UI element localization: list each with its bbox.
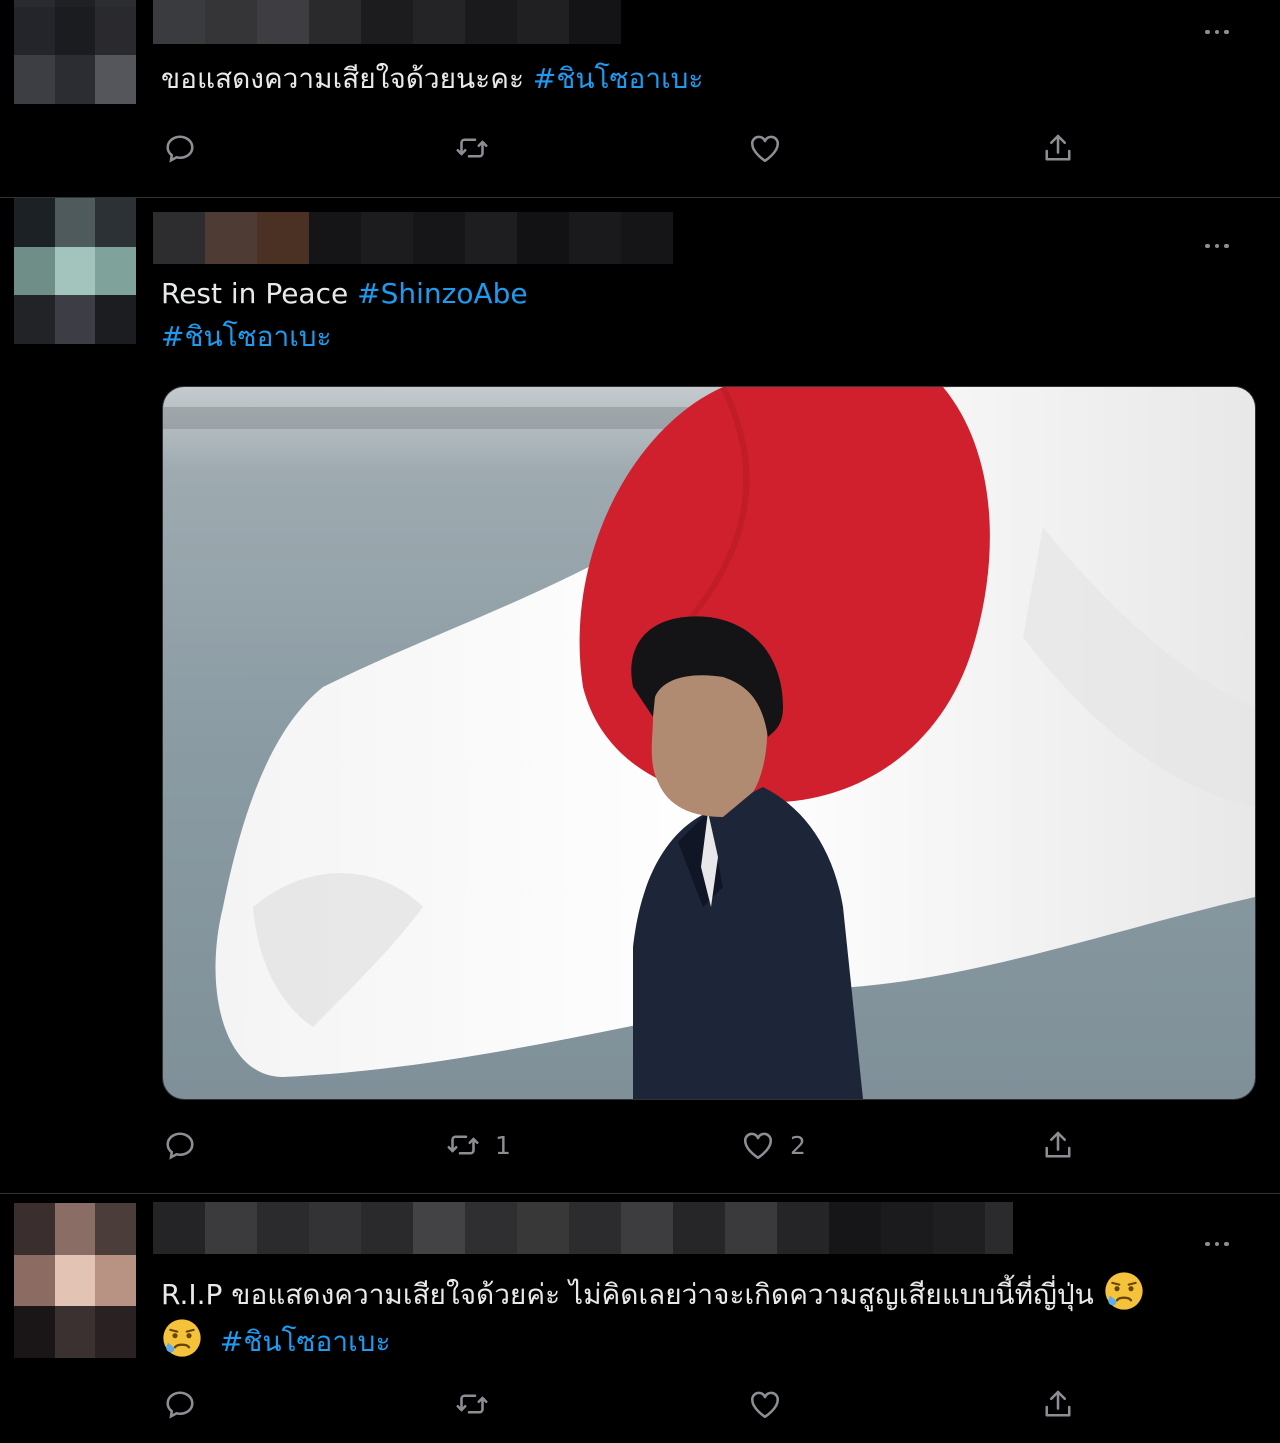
retweet-button[interactable] [454, 1384, 504, 1424]
more-icon[interactable] [1200, 22, 1234, 42]
like-button[interactable]: 2 [740, 1125, 806, 1165]
retweet-icon [447, 1135, 479, 1155]
share-button[interactable] [1040, 1384, 1076, 1424]
tweet-photo[interactable] [162, 386, 1256, 1100]
hashtag-link[interactable]: #ชินโซอาเบะ [220, 1325, 391, 1358]
reply-icon [166, 1132, 194, 1160]
hashtag-link[interactable]: #ShinzoAbe [357, 277, 528, 310]
like-icon [750, 135, 780, 163]
like-button[interactable] [747, 1384, 797, 1424]
tweet-text: ขอแสดงความเสียใจด้วยนะคะ #ชินโซอาเบะ [161, 62, 704, 95]
retweet-count: 1 [495, 1130, 511, 1160]
reply-button[interactable] [162, 1384, 212, 1424]
reply-icon [166, 1391, 194, 1419]
retweet-button[interactable]: 1 [445, 1125, 511, 1165]
retweet-icon [456, 138, 488, 158]
more-icon[interactable] [1200, 1234, 1234, 1254]
share-button[interactable] [1040, 128, 1076, 168]
retweet-icon [456, 1394, 488, 1414]
avatar[interactable] [14, 198, 136, 344]
tweet-3: R.I.P ขอแสดงความเสียใจด้วยค่ะ ไม่คิดเลยว… [0, 1194, 1280, 1443]
hashtag-link[interactable]: #ชินโซอาเบะ [533, 62, 704, 95]
photo-japan-flag-man [163, 387, 1255, 1099]
more-icon[interactable] [1200, 236, 1234, 256]
tweet-2: Rest in Peace #ShinzoAbe #ชินโซอาเบะ 1 2 [0, 198, 1280, 1193]
reply-button[interactable] [162, 1125, 212, 1165]
share-button[interactable] [1040, 1125, 1076, 1165]
blurred-username[interactable] [153, 0, 621, 44]
like-icon [750, 1391, 780, 1419]
blurred-username[interactable] [153, 1202, 1013, 1254]
like-count: 2 [790, 1130, 806, 1160]
tweet-1: ขอแสดงความเสียใจด้วยนะคะ #ชินโซอาเบะ [0, 0, 1280, 197]
share-icon [1045, 134, 1071, 161]
avatar[interactable] [14, 1203, 136, 1358]
sad-relieved-face-icon [163, 1319, 201, 1357]
tweet-actions: 1 2 [0, 1125, 1280, 1165]
retweet-button[interactable] [454, 128, 504, 168]
share-icon [1045, 1131, 1071, 1158]
like-button[interactable] [747, 128, 797, 168]
sad-relieved-face-icon [1105, 1272, 1143, 1310]
hashtag-link[interactable]: #ชินโซอาเบะ [161, 320, 332, 353]
tweet-text: Rest in Peace #ShinzoAbe #ชินโซอาเบะ [161, 277, 528, 353]
share-icon [1045, 1390, 1071, 1417]
reply-icon [166, 135, 194, 163]
avatar[interactable] [14, 0, 136, 104]
like-icon [743, 1132, 773, 1160]
tweet-actions [0, 1384, 1280, 1424]
blurred-username[interactable] [153, 212, 673, 264]
tweet-actions [0, 128, 1280, 168]
tweet-text: R.I.P ขอแสดงความเสียใจด้วยค่ะ ไม่คิดเลยว… [161, 1270, 1145, 1364]
reply-button[interactable] [162, 128, 212, 168]
